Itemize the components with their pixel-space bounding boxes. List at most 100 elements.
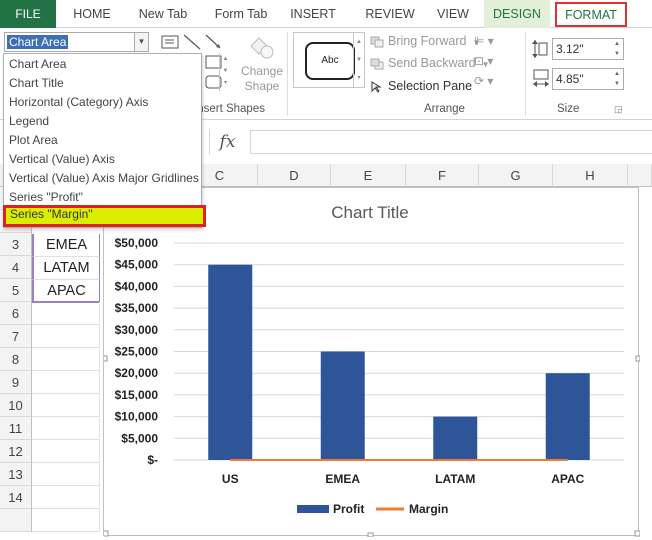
row-header-9[interactable]: 9 [0, 371, 32, 394]
group-separator [287, 32, 288, 116]
bar-profit[interactable] [320, 351, 365, 461]
row-header-15[interactable] [0, 509, 32, 532]
bar-profit[interactable] [208, 264, 253, 460]
arrange-dropdowns: ⊫ ▾ ⊡ ▾ ⟳ ▾ [474, 31, 494, 91]
cell-region[interactable]: APAC [32, 280, 100, 303]
shape-style-gallery: Abc ▲ ▼ ▾ [293, 32, 365, 88]
row-header-3[interactable]: 3 [0, 233, 32, 256]
chart-elements-combo[interactable]: Chart Area ▼ [4, 32, 149, 52]
send-backward-icon [370, 58, 384, 70]
shape-width-input[interactable]: 4.85" ▲ ▼ [552, 68, 624, 90]
cell[interactable] [32, 325, 100, 348]
chevron-down-icon[interactable]: ▼ [134, 33, 148, 51]
dropdown-item-chart-area[interactable]: Chart Area [5, 55, 200, 74]
row-header-11[interactable]: 11 [0, 417, 32, 440]
cell-region[interactable]: LATAM [32, 257, 100, 280]
x-tick-label: APAC [551, 472, 584, 486]
width-spinner[interactable]: ▲ ▼ [611, 69, 623, 89]
shape-height-input[interactable]: 3.12" ▲ ▼ [552, 38, 624, 60]
row-header-8[interactable]: 8 [0, 348, 32, 371]
y-tick-label: $45,000 [115, 258, 159, 272]
row-header-6[interactable]: 6 [0, 302, 32, 325]
group-separator [525, 32, 526, 116]
chart-area[interactable]: Chart Title $- $5,000 $10,000 $15,000 $20,00… [103, 187, 640, 537]
height-spinner[interactable]: ▲ ▼ [611, 39, 623, 59]
bring-forward-icon [370, 36, 384, 48]
column-header-g[interactable]: G [479, 164, 553, 187]
cell[interactable] [32, 394, 100, 417]
column-header-d[interactable]: D [258, 164, 331, 187]
line-shape-icon[interactable] [183, 34, 201, 50]
y-tick-label: $- [147, 453, 158, 467]
cell[interactable] [32, 440, 100, 463]
tab-review[interactable]: REVIEW [361, 0, 419, 28]
dropdown-item-chart-title[interactable]: Chart Title [5, 74, 200, 93]
y-tick-label: $25,000 [115, 345, 159, 359]
send-backward-button[interactable]: Send Backward ▼ [370, 53, 489, 73]
rotate-icon[interactable]: ⟳ ▾ [474, 71, 494, 91]
resize-handle[interactable] [104, 355, 108, 362]
selection-pane-button[interactable]: Selection Pane [370, 76, 472, 96]
shape-gallery-scroll[interactable]: ▲ ▼ ▾ [219, 53, 231, 91]
shape-style-preview[interactable]: Abc [305, 42, 355, 80]
formula-input[interactable] [250, 130, 652, 154]
bring-forward-button[interactable]: Bring Forward ▼ [370, 31, 480, 51]
cell[interactable] [32, 302, 100, 325]
send-backward-label: Send Backward [388, 56, 476, 70]
row-header-14[interactable]: 14 [0, 486, 32, 509]
tab-format[interactable]: FORMAT [555, 2, 627, 27]
cell[interactable] [32, 371, 100, 394]
dropdown-item-plot-area[interactable]: Plot Area [5, 131, 200, 150]
dropdown-item-vertical-gridlines[interactable]: Vertical (Value) Axis Major Gridlines [5, 169, 200, 188]
insert-function-button[interactable]: fx [209, 130, 245, 154]
column-header-h[interactable]: H [553, 164, 628, 187]
style-gallery-scroll[interactable]: ▲ ▼ ▾ [353, 33, 364, 87]
row-header-4[interactable]: 4 [0, 256, 32, 279]
arrange-group-label: Arrange [424, 103, 465, 115]
row-header-13[interactable]: 13 [0, 463, 32, 486]
align-icon[interactable]: ⊫ ▾ [474, 31, 494, 51]
tab-design[interactable]: DESIGN [484, 0, 550, 28]
cell[interactable] [32, 486, 100, 509]
cell[interactable] [32, 417, 100, 440]
row-header-10[interactable]: 10 [0, 394, 32, 417]
size-group-label: Size [557, 103, 580, 115]
row-header-5[interactable]: 5 [0, 279, 32, 302]
dropdown-item-horizontal-axis[interactable]: Horizontal (Category) Axis [5, 93, 200, 112]
legend-label-margin[interactable]: Margin [409, 502, 448, 516]
row-header-12[interactable]: 12 [0, 440, 32, 463]
column-header-i[interactable] [628, 164, 652, 187]
resize-handle[interactable] [635, 355, 640, 362]
bar-profit[interactable] [545, 373, 590, 460]
dropdown-item-vertical-axis[interactable]: Vertical (Value) Axis [5, 150, 200, 169]
chart-elements-dropdown: Chart Area Chart Title Horizontal (Categ… [3, 53, 206, 228]
row-header-7[interactable]: 7 [0, 325, 32, 348]
cell[interactable] [32, 348, 100, 371]
y-tick-label: $35,000 [115, 301, 159, 315]
tab-form-tab[interactable]: Form Tab [206, 0, 276, 28]
column-header-e[interactable]: E [331, 164, 406, 187]
resize-handle[interactable] [367, 532, 374, 537]
cell[interactable] [32, 463, 100, 486]
bar-profit[interactable] [433, 416, 478, 460]
tab-view[interactable]: VIEW [430, 0, 476, 28]
column-header-f[interactable]: F [406, 164, 479, 187]
legend-label-profit[interactable]: Profit [333, 502, 364, 516]
tab-file[interactable]: FILE [0, 0, 56, 28]
dropdown-item-legend[interactable]: Legend [5, 112, 200, 131]
resize-handle[interactable] [634, 530, 640, 537]
tab-new-tab[interactable]: New Tab [130, 0, 196, 28]
resize-handle[interactable] [104, 530, 109, 537]
chart-title[interactable]: Chart Title [331, 203, 408, 222]
size-dialog-launcher-icon[interactable]: ◲ [614, 104, 623, 115]
tab-insert[interactable]: INSERT [284, 0, 342, 28]
dropdown-item-series-margin[interactable]: Series "Margin" [3, 205, 206, 227]
text-box-shape-icon[interactable] [161, 34, 179, 50]
cell[interactable] [32, 509, 100, 532]
tab-home[interactable]: HOME [62, 0, 122, 28]
cell-region[interactable]: EMEA [32, 234, 100, 257]
arrow-shape-icon[interactable] [205, 34, 223, 50]
group-icon[interactable]: ⊡ ▾ [474, 51, 494, 71]
change-shape-icon [250, 37, 274, 59]
change-shape-button[interactable]: Change Shape [237, 36, 287, 94]
